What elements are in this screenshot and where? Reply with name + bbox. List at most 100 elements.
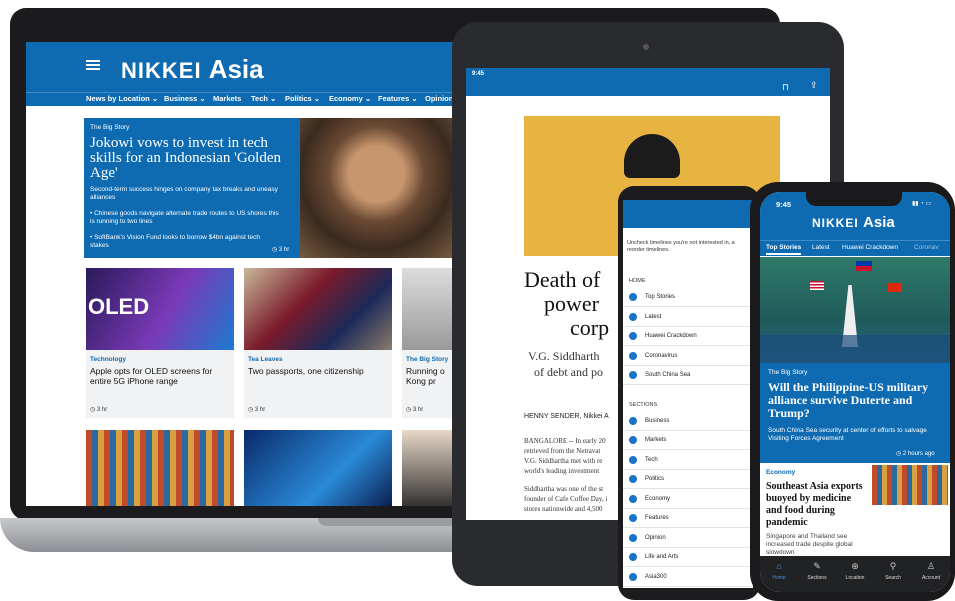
story-card[interactable]: OLED Technology Apple opts for OLED scre… xyxy=(86,268,234,418)
timeline-toggle[interactable]: Coronavirus xyxy=(623,347,753,366)
article-headline: Death of power corp xyxy=(524,268,609,340)
headline-line: corp xyxy=(570,315,610,340)
check-icon[interactable] xyxy=(629,371,637,379)
body-line: retrieved from the Netravat xyxy=(524,447,601,455)
section-label: Opinion xyxy=(645,535,666,541)
check-icon[interactable] xyxy=(629,436,637,444)
nav-markets[interactable]: Markets xyxy=(213,94,241,103)
site-logo[interactable]: NIKKEI Asia xyxy=(121,54,264,85)
timeline-toggle[interactable]: Huawei Crackdown xyxy=(623,327,753,346)
check-icon[interactable] xyxy=(629,332,637,340)
tablet-status-time: 9:45 xyxy=(472,71,485,77)
section-toggle[interactable]: Markets xyxy=(623,431,753,450)
nav-business[interactable]: Business ⌄ xyxy=(164,94,206,103)
body-line: Siddhartha was one of the st xyxy=(524,485,604,493)
section-toggle[interactable]: Opinion xyxy=(623,529,753,548)
section-toggle[interactable]: Asia300 xyxy=(623,568,753,587)
location-icon[interactable]: ⊕ xyxy=(840,561,870,572)
story-subtitle: South China Sea security at center of ef… xyxy=(768,427,927,442)
timeline-toggle[interactable]: South China Sea xyxy=(623,366,753,385)
nav-opinion[interactable]: Opinion xyxy=(425,94,453,103)
share-icon[interactable]: ⇪ xyxy=(810,80,818,91)
article-body: BANGALORE -- In early 20 retrieved from … xyxy=(524,436,607,514)
tab-latest[interactable]: Latest xyxy=(812,244,830,251)
home-icon[interactable]: ⌂ xyxy=(764,561,794,571)
check-icon[interactable] xyxy=(629,514,637,522)
check-icon[interactable] xyxy=(629,553,637,561)
check-icon[interactable] xyxy=(629,313,637,321)
story2-subtitle: Singapore and Thailand see increased tra… xyxy=(766,533,853,555)
hero-title[interactable]: Jokowi vows to invest in tech skills for… xyxy=(90,136,295,181)
menu-icon[interactable] xyxy=(86,60,100,70)
card-time-text: 3 hr xyxy=(96,407,108,413)
timeline-toggle[interactable]: Top Stories xyxy=(623,288,753,307)
check-icon[interactable] xyxy=(629,573,637,581)
card-time-text: 3 hr xyxy=(412,407,424,413)
section-toggle[interactable]: Politics xyxy=(623,470,753,489)
bookmark-icon[interactable]: ⊓ xyxy=(782,82,789,93)
tablet-toolbar: 9:45 ⊓ ⇪ xyxy=(466,68,830,96)
nav-politics[interactable]: Politics ⌄ xyxy=(285,94,320,103)
sea-shape xyxy=(760,335,950,363)
card-title[interactable]: Two passports, one citizenship xyxy=(248,366,390,376)
laptop-notch xyxy=(318,518,468,526)
card-title[interactable]: Apple opts for OLED screens for entire 5… xyxy=(90,366,232,386)
timeline-toggle[interactable]: Latest xyxy=(623,308,753,327)
account-icon[interactable]: ♙ xyxy=(916,561,946,572)
section-label: Economy xyxy=(645,496,671,502)
hero-time-text: 3 hr xyxy=(278,247,290,253)
section-toggle[interactable]: Economy xyxy=(623,490,753,509)
check-icon[interactable] xyxy=(629,534,637,542)
philippine-flag-icon xyxy=(856,261,872,271)
logo-asia: Asia xyxy=(863,214,895,231)
nav-features[interactable]: Features ⌄ xyxy=(378,94,418,103)
check-icon[interactable] xyxy=(629,475,637,483)
section-toggle[interactable]: Tech xyxy=(623,451,753,470)
article-subhead: V.G. Siddharth of debt and po xyxy=(528,348,603,380)
app-logo: NIKKEI Asia xyxy=(812,214,895,231)
footer-sections[interactable]: Sections xyxy=(802,575,832,581)
android-screen: Uncheck timelines you're not interested … xyxy=(623,200,753,588)
illustration-figure xyxy=(624,134,680,178)
check-icon[interactable] xyxy=(629,456,637,464)
section-toggle[interactable]: Features xyxy=(623,509,753,528)
hero-photo[interactable] xyxy=(300,118,470,258)
sections-icon[interactable]: ✎ xyxy=(802,561,832,572)
check-icon[interactable] xyxy=(629,495,637,503)
story2-tag: Economy xyxy=(766,469,796,476)
clock-icon: ◷ xyxy=(896,451,902,457)
check-icon[interactable] xyxy=(629,293,637,301)
section-toggle[interactable]: Life and Arts xyxy=(623,548,753,567)
story-time-text: 2 hours ago xyxy=(902,451,935,457)
story-title[interactable]: Will the Philippine-US military alliance… xyxy=(768,381,944,420)
hero-bullet-link[interactable]: • Chinese goods navigate alternate trade… xyxy=(90,210,280,226)
body-line: V.G. Siddhartha met with re xyxy=(524,457,603,465)
search-icon[interactable]: ⚲ xyxy=(878,561,908,572)
china-flag-icon xyxy=(888,283,902,292)
check-icon[interactable] xyxy=(629,417,637,425)
headline-line: Death of xyxy=(524,267,601,292)
story-illustration[interactable] xyxy=(760,257,950,363)
tab-top-stories[interactable]: Top Stories xyxy=(766,244,802,255)
check-icon[interactable] xyxy=(629,352,637,360)
footer-account[interactable]: Account xyxy=(916,575,946,581)
section-toggle[interactable]: Business xyxy=(623,412,753,431)
footer-location[interactable]: Location xyxy=(840,575,870,581)
nav-tech[interactable]: Tech ⌄ xyxy=(251,94,276,103)
nav-news-by-location[interactable]: News by Location ⌄ xyxy=(86,94,158,103)
card-photo-text: OLED xyxy=(88,294,150,319)
story-photo-containers[interactable] xyxy=(86,430,234,506)
big-story-panel[interactable]: The Big Story Will the Philippine-US mil… xyxy=(760,363,950,463)
story-card[interactable]: Tea Leaves Two passports, one citizenshi… xyxy=(244,268,392,418)
hero-story[interactable]: The Big Story Jokowi vows to invest in t… xyxy=(84,118,300,258)
story-photo-server[interactable] xyxy=(244,430,392,506)
nav-economy[interactable]: Economy ⌄ xyxy=(329,94,371,103)
tab-huawei-crackdown[interactable]: Huawei Crackdown xyxy=(842,244,898,251)
sections-label: SECTIONS xyxy=(629,402,658,408)
footer-search[interactable]: Search xyxy=(878,575,908,581)
story2-title[interactable]: Southeast Asia exports buoyed by medicin… xyxy=(766,481,866,529)
hero-bullet-link[interactable]: • SoftBank's Vision Fund looks to borrow… xyxy=(90,234,280,250)
tab-coronavirus[interactable]: Coronav xyxy=(914,244,939,251)
secondary-story[interactable]: Economy Southeast Asia exports buoyed by… xyxy=(760,463,950,556)
footer-home[interactable]: Home xyxy=(764,575,794,581)
